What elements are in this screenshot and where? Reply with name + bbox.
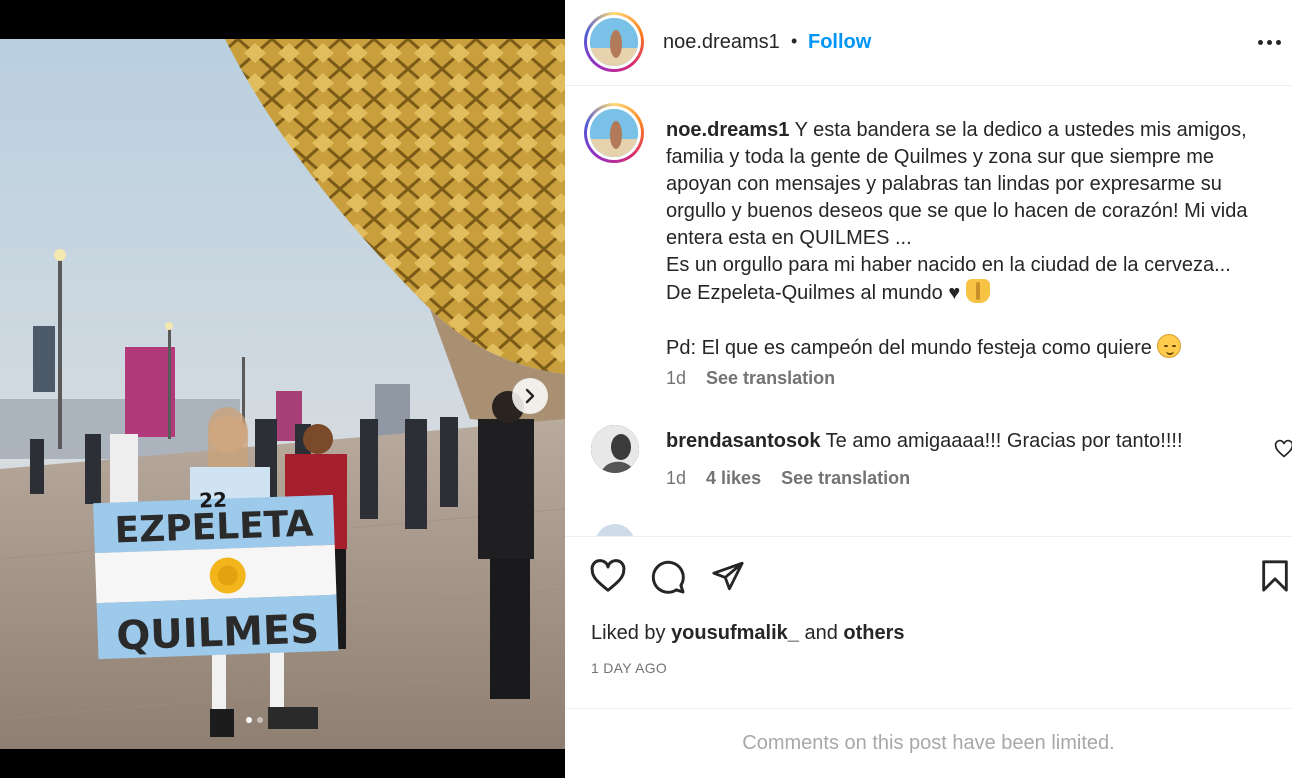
comment-likes[interactable]: 4 likes <box>706 468 761 489</box>
comment-username[interactable]: brendasantosok <box>666 430 820 452</box>
liked-by: Liked by yousufmalik_ and others <box>591 622 905 645</box>
comment-text: brendasantosok Te amo amigaaaa!!! Gracia… <box>666 430 1183 453</box>
caption-body: Y esta bandera se la dedico a ustedes mi… <box>666 119 1248 304</box>
comments-limited-text: Comments on this post have been limited. <box>742 732 1115 754</box>
comment-age: 1d <box>666 468 687 488</box>
comment-see-translation[interactable]: See translation <box>781 468 910 489</box>
flag-top-text: EZPELETA <box>114 504 314 552</box>
liked-by-prefix: Liked by <box>591 622 672 644</box>
author-username[interactable]: noe.dreams1 <box>663 31 780 54</box>
caption-text: noe.dreams1 Y esta bandera se la dedico … <box>666 117 1266 362</box>
comment-meta: 1d 4 likes See translation <box>666 468 910 489</box>
chevron-right-icon <box>525 388 535 404</box>
caption-see-translation[interactable]: See translation <box>706 368 835 389</box>
comments-list[interactable]: noe.dreams1 Y esta bandera se la dedico … <box>565 87 1292 536</box>
relieved-face-emoji-icon <box>1157 334 1182 358</box>
liked-by-and: and <box>798 622 844 644</box>
caption-pd: Pd: El que es campeón del mundo festeja … <box>666 337 1158 359</box>
commenter-avatar[interactable] <box>591 425 639 473</box>
comment-body: Te amo amigaaaa!!! Gracias por tanto!!!! <box>820 430 1183 452</box>
caption-age: 1d <box>666 368 687 388</box>
liked-by-user[interactable]: yousufmalik_ <box>671 622 799 644</box>
more-options-icon[interactable] <box>1258 30 1286 54</box>
post-actions: Liked by yousufmalik_ and others 1 DAY A… <box>565 536 1292 708</box>
raising-hands-emoji-icon <box>965 279 990 303</box>
author-avatar[interactable] <box>584 12 644 72</box>
caption-username[interactable]: noe.dreams1 <box>666 119 789 141</box>
separator-bullet: • <box>791 31 798 51</box>
caption-avatar[interactable] <box>584 103 644 163</box>
comments-limited-notice: Comments on this post have been limited. <box>565 708 1292 778</box>
liked-by-others[interactable]: others <box>843 622 904 644</box>
share-send-icon[interactable] <box>710 559 746 593</box>
like-heart-icon[interactable] <box>590 559 626 593</box>
follow-button[interactable]: Follow <box>808 31 871 54</box>
next-slide-button[interactable] <box>512 378 548 414</box>
caption-meta: 1d See translation <box>666 368 835 389</box>
save-bookmark-icon[interactable] <box>1260 559 1290 593</box>
slide-indicator <box>246 717 263 723</box>
next-comment-avatar[interactable] <box>595 524 635 536</box>
post-media: 22 EZPELETA QUILMES <box>0 0 565 778</box>
flag-bottom-text: QUILMES <box>116 606 320 659</box>
post-date[interactable]: 1 DAY AGO <box>591 660 667 676</box>
post-panel: noe.dreams1 • Follow noe.dreams1 Y esta … <box>565 0 1292 778</box>
slide-dot-2 <box>257 717 263 723</box>
post-header: noe.dreams1 • Follow <box>565 0 1292 86</box>
comment-bubble-icon[interactable] <box>650 559 686 595</box>
slide-dot-1 <box>246 717 252 723</box>
post-photo: 22 EZPELETA QUILMES <box>0 39 565 749</box>
comment-like-heart-icon[interactable] <box>1274 439 1292 459</box>
